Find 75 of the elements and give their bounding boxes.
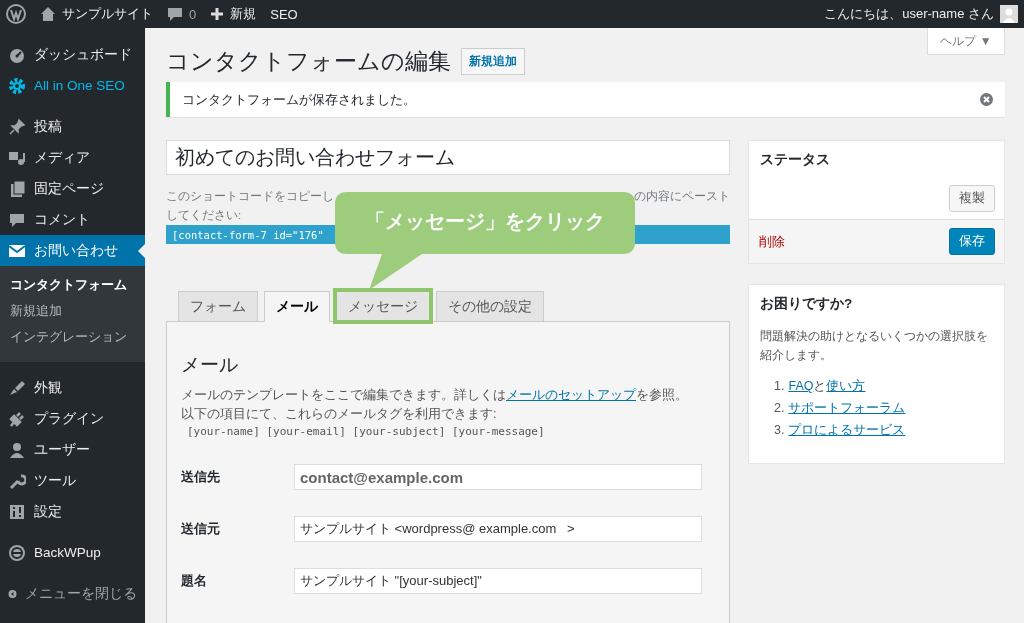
box-title: ステータス [759, 151, 831, 169]
help-text: 問題解決の助けとなるいくつかの選択肢を紹介します。 [759, 328, 989, 364]
sidebar-item[interactable]: 投稿 [0, 111, 145, 142]
sidebar-item[interactable]: BackWPup [0, 537, 145, 568]
circle-logo-icon [8, 543, 26, 562]
panel-heading: メール [181, 353, 239, 377]
new-link[interactable]: 新規 [230, 5, 257, 23]
pages-icon [8, 179, 26, 198]
sidebar-item[interactable]: 外観 [0, 372, 145, 403]
add-new-button[interactable]: 新規追加 [461, 47, 525, 75]
plug-icon [8, 409, 26, 428]
user-icon [8, 440, 26, 459]
wordpress-logo-icon[interactable] [6, 4, 26, 24]
page-title: コンタクトフォームの編集 [166, 46, 451, 76]
sidebar-item[interactable]: ツール [0, 465, 145, 496]
sidebar-item[interactable]: ユーザー [0, 434, 145, 465]
save-button[interactable]: 保存 [949, 228, 995, 255]
sidebar-item[interactable]: お問い合わせ [0, 235, 145, 266]
tab[interactable]: フォーム [178, 291, 258, 321]
delete-link[interactable]: 削除 [759, 232, 785, 251]
mail-setup-link[interactable]: メールのセットアップ [506, 388, 636, 402]
input-field[interactable]: サンプルサイト "[your-subject]" [294, 568, 702, 594]
collapse-menu-button[interactable]: メニューを閉じる [0, 578, 145, 609]
panel-description: メールのテンプレートをここで編集できます。詳しくはメールのセットアップを参照。 [181, 387, 689, 404]
link-separator: と [813, 379, 827, 393]
plus-icon [210, 7, 225, 21]
greeting[interactable]: こんにちは、user-name さん [824, 5, 994, 23]
sidebar-item[interactable]: メディア [0, 142, 145, 173]
sidebar-item[interactable]: コメント [0, 204, 145, 235]
wrench-icon [8, 471, 26, 490]
help-link[interactable]: 使い方 [826, 379, 866, 393]
tab[interactable]: その他の設定 [436, 291, 544, 321]
shortcode-description: の内容にペースト [634, 189, 730, 204]
shortcode-description: このショートコードをコピーし [166, 189, 334, 204]
field-label: 送信先 [181, 468, 221, 486]
home-icon [40, 6, 56, 22]
input-field[interactable]: contact@example.com [294, 464, 702, 490]
comment-count[interactable]: 0 [189, 6, 197, 22]
seo-link[interactable]: SEO [270, 6, 298, 22]
brush-icon [8, 378, 26, 397]
notice-text: コンタクトフォームが保存されました。 [182, 90, 416, 109]
tags-intro: 以下の項目にて、これらのメールタグを利用できます: [181, 406, 498, 423]
sidebar-item[interactable]: 固定ページ [0, 173, 145, 204]
sliders-icon [8, 502, 26, 521]
submenu-item[interactable]: インテグレーション [0, 324, 145, 350]
input-field[interactable]: サンプルサイト <wordpress@ example.com > [294, 516, 702, 542]
pin-icon [8, 117, 26, 136]
sidebar-item[interactable]: ダッシュボード [0, 39, 145, 70]
help-link[interactable]: FAQ [788, 379, 814, 393]
duplicate-button[interactable]: 複製 [949, 185, 995, 212]
submenu-item[interactable]: コンタクトフォーム [0, 272, 145, 298]
help-link[interactable]: サポートフォーラム [788, 401, 906, 415]
list-number: 2. [774, 400, 785, 417]
comment-icon [167, 6, 183, 22]
box-title: お困りですか? [759, 295, 854, 313]
help-tab[interactable]: ヘルプ ▼ [927, 28, 1005, 55]
callout-text: 「メッセージ」をクリック [364, 209, 606, 234]
tab[interactable]: メール [264, 291, 330, 322]
sidebar-item[interactable]: プラグイン [0, 403, 145, 434]
field-label: 送信元 [181, 520, 221, 538]
shortcode-description: してください: [166, 209, 242, 221]
list-number: 1. [774, 378, 785, 395]
sidebar-item[interactable]: 設定 [0, 496, 145, 527]
tab[interactable]: メッセージ [336, 291, 430, 321]
site-name-link[interactable]: サンプルサイト [62, 5, 153, 23]
help-link[interactable]: プロによるサービス [788, 423, 906, 437]
gear-icon [8, 76, 26, 95]
current-menu-arrow [138, 244, 145, 258]
close-icon[interactable] [980, 93, 993, 106]
mail-tags: [your-name] [your-email] [your-subject] [your-message] [181, 425, 702, 438]
form-title-field[interactable]: 初めてのお問い合わせフォーム [166, 140, 730, 175]
sidebar-item[interactable]: All in One SEO [0, 70, 145, 101]
submenu-item[interactable]: 新規追加 [0, 298, 145, 324]
field-label: 題名 [181, 572, 208, 590]
list-number: 3. [774, 422, 785, 439]
